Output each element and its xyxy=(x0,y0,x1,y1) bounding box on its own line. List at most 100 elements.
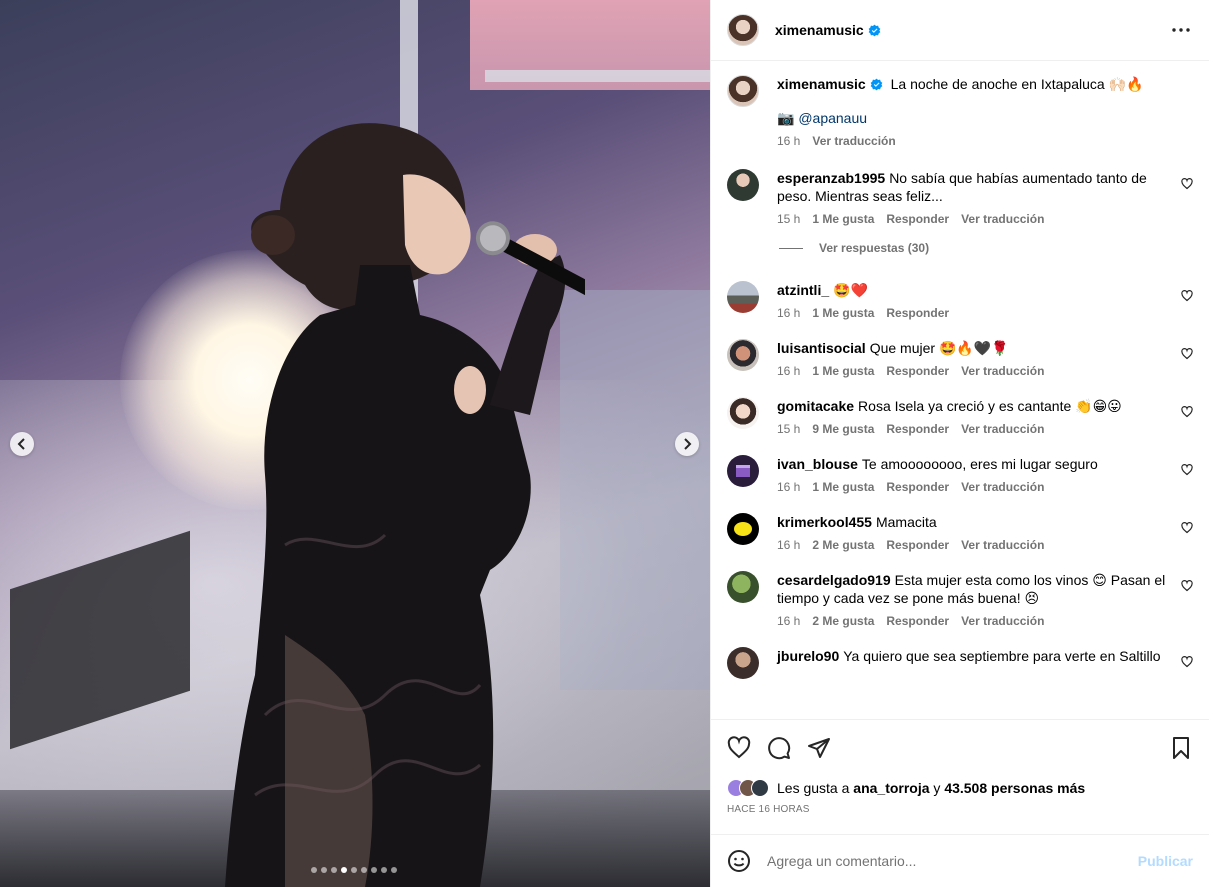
save-bookmark-icon[interactable] xyxy=(1169,736,1193,760)
comment-reply-button[interactable]: Responder xyxy=(886,613,949,629)
comment-input[interactable]: Agrega un comentario... xyxy=(767,853,1138,869)
caption-translate-button[interactable]: Ver traducción xyxy=(812,133,895,149)
comment-username[interactable]: luisantisocial xyxy=(777,340,866,356)
comment-reply-button[interactable]: Responder xyxy=(886,479,949,495)
view-replies-button[interactable]: Ver respuestas (30) xyxy=(779,241,1193,255)
caption-text: La noche de anoche en Ixtapaluca 🙌🏻🔥 xyxy=(890,76,1144,92)
commenter-avatar[interactable] xyxy=(727,647,759,679)
camera-emoji: 📷 xyxy=(777,110,795,126)
commenter-avatar[interactable] xyxy=(727,513,759,545)
comment-reply-button[interactable]: Responder xyxy=(886,305,949,321)
post-time-ago[interactable]: HACE 16 HORAS xyxy=(711,800,1209,834)
comment-translate-button[interactable]: Ver traducción xyxy=(961,537,1044,553)
photo-stage-truss xyxy=(485,70,710,82)
comment-reply-button[interactable]: Responder xyxy=(886,211,949,227)
comment-like-heart-icon[interactable] xyxy=(1181,580,1193,592)
comment-item: cesardelgado919 Esta mujer esta como los … xyxy=(727,571,1193,629)
comment-time[interactable]: 16 h xyxy=(777,479,800,495)
comment-reply-button[interactable]: Responder xyxy=(886,537,949,553)
more-options-button[interactable] xyxy=(1169,18,1193,42)
comment-likes-count[interactable]: 2 Me gusta xyxy=(812,613,874,629)
comment-username[interactable]: krimerkool455 xyxy=(777,514,872,530)
commenter-avatar[interactable] xyxy=(727,397,759,429)
comment-username[interactable]: jburelo90 xyxy=(777,648,839,664)
comment-likes-count[interactable]: 1 Me gusta xyxy=(812,305,874,321)
comment-time[interactable]: 16 h xyxy=(777,537,800,553)
commenter-avatar[interactable] xyxy=(727,455,759,487)
comment-bubble-icon[interactable] xyxy=(767,736,791,760)
post-photo[interactable] xyxy=(0,0,710,887)
carousel-dot xyxy=(341,867,347,873)
author-avatar[interactable] xyxy=(727,14,759,46)
comment-likes-count[interactable]: 1 Me gusta xyxy=(812,363,874,379)
comment-username[interactable]: gomitacake xyxy=(777,398,854,414)
comment-time[interactable]: 16 h xyxy=(777,305,800,321)
comment-translate-button[interactable]: Ver traducción xyxy=(961,363,1044,379)
comment-item: esperanzab1995 No sabía que habías aument… xyxy=(727,169,1193,227)
replies-divider-line xyxy=(779,247,803,249)
comment-translate-button[interactable]: Ver traducción xyxy=(961,479,1044,495)
commenter-avatar[interactable] xyxy=(727,169,759,201)
comment-like-heart-icon[interactable] xyxy=(1181,348,1193,360)
post-header: ximenamusic xyxy=(711,0,1209,61)
avatar-graphic xyxy=(736,465,750,477)
comment-translate-button[interactable]: Ver traducción xyxy=(961,613,1044,629)
comment-time[interactable]: 16 h xyxy=(777,363,800,379)
likes-connector: y xyxy=(933,780,941,796)
likes-others-link[interactable]: 43.508 personas más xyxy=(944,780,1085,796)
avatar-graphic xyxy=(734,522,752,536)
comment-translate-button[interactable]: Ver traducción xyxy=(961,421,1044,437)
publish-button[interactable]: Publicar xyxy=(1138,853,1193,869)
comment-text: Rosa Isela ya creció y es cantante 👏😁😛 xyxy=(858,398,1122,414)
chevron-left-icon xyxy=(17,438,25,450)
share-paper-plane-icon[interactable] xyxy=(807,736,831,760)
carousel-dot xyxy=(321,867,327,873)
comment-text: Ya quiero que sea septiembre para verte … xyxy=(843,648,1161,664)
comment-likes-count[interactable]: 1 Me gusta xyxy=(812,211,874,227)
comment-username[interactable]: esperanzab1995 xyxy=(777,170,885,186)
comment-like-heart-icon[interactable] xyxy=(1181,406,1193,418)
caption-username-text[interactable]: ximenamusic xyxy=(777,76,866,92)
likes-summary: Les gusta a ana_torroja y 43.508 persona… xyxy=(711,776,1209,800)
comment-time[interactable]: 16 h xyxy=(777,613,800,629)
commenter-avatar[interactable] xyxy=(727,571,759,603)
comment-like-heart-icon[interactable] xyxy=(1181,464,1193,476)
comment-like-heart-icon[interactable] xyxy=(1181,178,1193,190)
author-username-text[interactable]: ximenamusic xyxy=(775,22,864,38)
like-heart-icon[interactable] xyxy=(727,736,751,760)
comment-reply-button[interactable]: Responder xyxy=(886,363,949,379)
emoji-icon[interactable] xyxy=(727,849,751,873)
likes-prefix: Les gusta a xyxy=(777,780,850,796)
caption-mention-link[interactable]: @apanauu xyxy=(798,110,867,126)
comment-username[interactable]: ivan_blouse xyxy=(777,456,858,472)
view-replies-label[interactable]: Ver respuestas (30) xyxy=(819,241,929,255)
caption-username[interactable]: ximenamusic xyxy=(777,76,883,92)
carousel-dot xyxy=(381,867,387,873)
comment-like-heart-icon[interactable] xyxy=(1181,290,1193,302)
likes-user-link[interactable]: ana_torroja xyxy=(853,780,929,796)
caption-time[interactable]: 16 h xyxy=(777,133,800,149)
carousel-prev-button[interactable] xyxy=(10,432,34,456)
carousel-dot xyxy=(391,867,397,873)
commenter-avatar[interactable] xyxy=(727,339,759,371)
comment-text: Mamacita xyxy=(875,514,937,530)
comment-username[interactable]: atzintli_ xyxy=(777,282,829,298)
comment-like-heart-icon[interactable] xyxy=(1181,522,1193,534)
carousel-next-button[interactable] xyxy=(675,432,699,456)
author-avatar[interactable] xyxy=(727,75,759,107)
comment-likes-count[interactable]: 2 Me gusta xyxy=(812,537,874,553)
comments-list[interactable]: ximenamusic La noche de anoche en Ixtapa… xyxy=(711,61,1209,719)
comment-username[interactable]: cesardelgado919 xyxy=(777,572,891,588)
liker-avatars[interactable] xyxy=(727,779,769,797)
comment-like-heart-icon[interactable] xyxy=(1181,656,1193,668)
commenter-avatar[interactable] xyxy=(727,281,759,313)
comment-translate-button[interactable]: Ver traducción xyxy=(961,211,1044,227)
comment-likes-count[interactable]: 1 Me gusta xyxy=(812,479,874,495)
comment-reply-button[interactable]: Responder xyxy=(886,421,949,437)
comment-time[interactable]: 15 h xyxy=(777,421,800,437)
author-username[interactable]: ximenamusic xyxy=(775,22,881,38)
comment-item: ivan_blouse Te amoooooooo, eres mi lugar … xyxy=(727,455,1193,495)
comment-time[interactable]: 15 h xyxy=(777,211,800,227)
comment-likes-count[interactable]: 9 Me gusta xyxy=(812,421,874,437)
comment-text: Te amoooooooo, eres mi lugar seguro xyxy=(861,456,1098,472)
